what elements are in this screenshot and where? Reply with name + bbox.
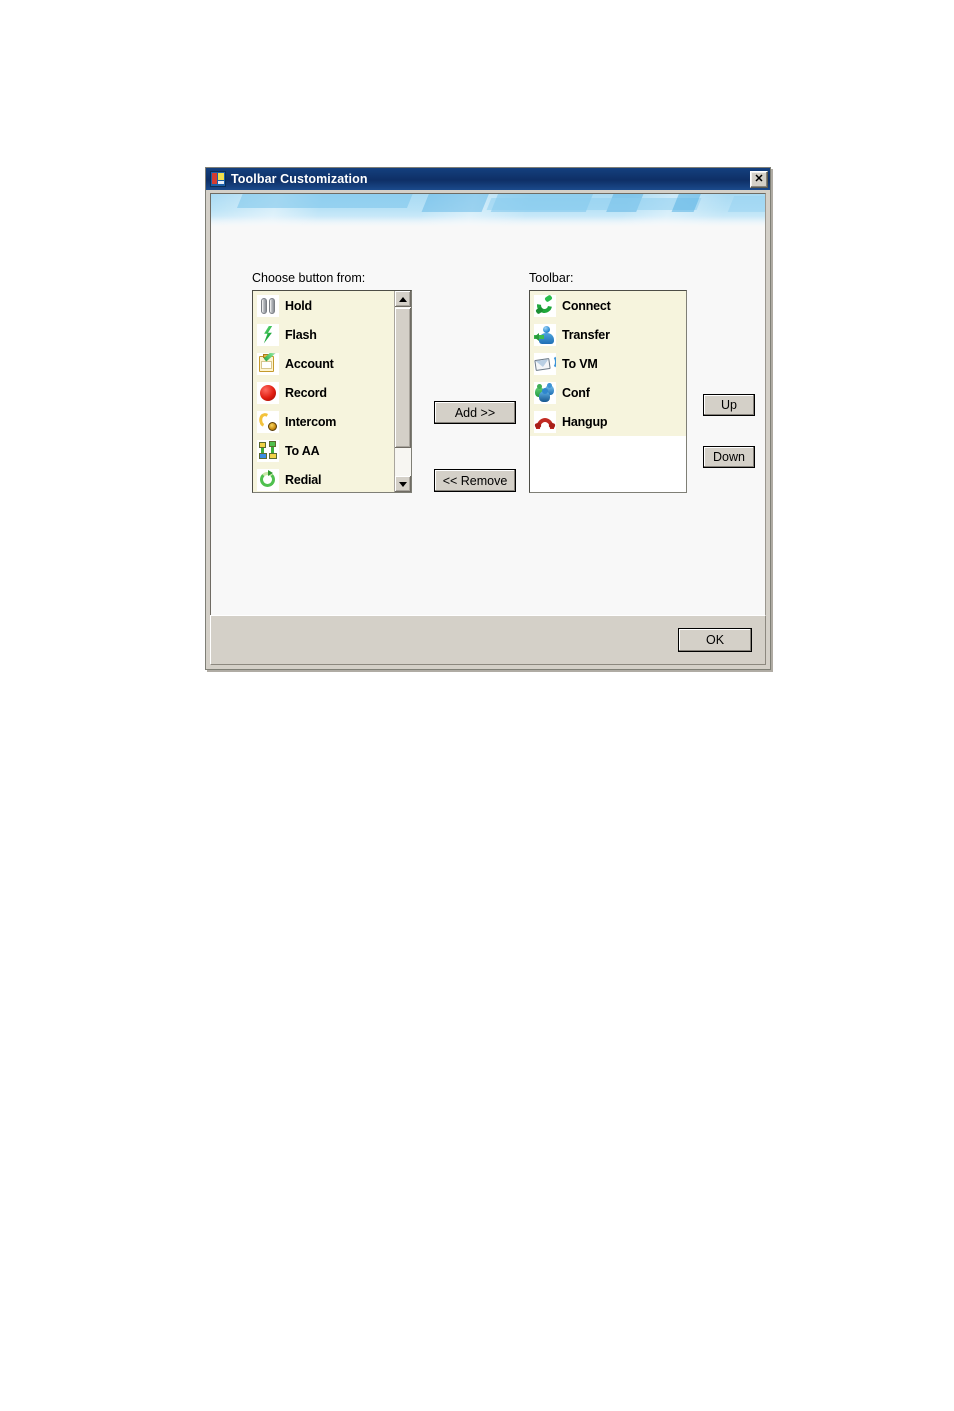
toolbar-list-label: Toolbar: [529,271,574,285]
scroll-up-icon[interactable] [395,291,411,307]
hold-icon [257,294,279,317]
ok-button[interactable]: OK [678,628,752,652]
intercom-icon [257,410,279,433]
list-item-label: Account [285,356,334,371]
app-window-icon [210,171,226,187]
add-button[interactable]: Add >> [434,401,516,424]
list-item[interactable]: Record [253,378,394,407]
close-icon[interactable]: ✕ [750,170,768,188]
available-buttons-listbox[interactable]: Hold Flash Account Record Intercom To AA… [252,290,412,493]
move-down-button[interactable]: Down [703,446,755,468]
list-item-label: Redial [285,472,322,487]
list-item[interactable]: Transfer [530,320,686,349]
list-item-label: Intercom [285,414,337,429]
list-item[interactable]: To VM [530,349,686,378]
scroll-down-icon[interactable] [395,476,411,492]
transfer-icon [534,323,556,346]
list-item[interactable]: To AA [253,436,394,465]
available-list-scrollbar[interactable] [394,291,411,492]
title-bar[interactable]: Toolbar Customization ✕ [206,168,770,190]
window-title: Toolbar Customization [231,172,368,186]
scrollbar-thumb[interactable] [395,308,411,448]
list-item[interactable]: Hold [253,291,394,320]
remove-button[interactable]: << Remove [434,469,516,492]
list-item-label: Hold [285,298,312,313]
list-item-label: To VM [562,356,598,371]
connect-icon [534,294,556,317]
list-item[interactable]: Connect [530,291,686,320]
to-aa-icon [257,439,279,462]
list-item-label: To AA [285,443,320,458]
available-list-label: Choose button from: [252,271,366,285]
dialog-body: Choose button from: Toolbar: Hold Flash [210,193,766,640]
list-item-label: Connect [562,298,611,313]
list-item[interactable]: Redial [253,465,394,492]
move-up-button[interactable]: Up [703,394,755,416]
list-item[interactable]: Intercom [253,407,394,436]
flash-icon [257,323,279,346]
hangup-icon [534,410,556,433]
available-items: Hold Flash Account Record Intercom To AA… [253,291,394,492]
account-icon [257,352,279,375]
redial-icon [257,468,279,491]
decorative-banner [211,194,765,230]
toolbar-buttons-listbox[interactable]: Connect Transfer To VM Conf Hangup [529,290,687,493]
list-item[interactable]: Flash [253,320,394,349]
list-item-label: Conf [562,385,590,400]
toolbar-items: Connect Transfer To VM Conf Hangup [530,291,686,436]
list-item[interactable]: Conf [530,378,686,407]
list-item-label: Hangup [562,414,608,429]
list-item[interactable]: Account [253,349,394,378]
record-icon [257,381,279,404]
toolbar-customization-dialog: Toolbar Customization ✕ Choose button fr… [205,167,771,670]
list-item-label: Record [285,385,327,400]
conf-icon [534,381,556,404]
list-item[interactable]: Hangup [530,407,686,436]
list-item-label: Transfer [562,327,610,342]
list-item-label: Flash [285,327,317,342]
dialog-footer: OK [210,615,766,665]
to-vm-icon [534,352,556,375]
